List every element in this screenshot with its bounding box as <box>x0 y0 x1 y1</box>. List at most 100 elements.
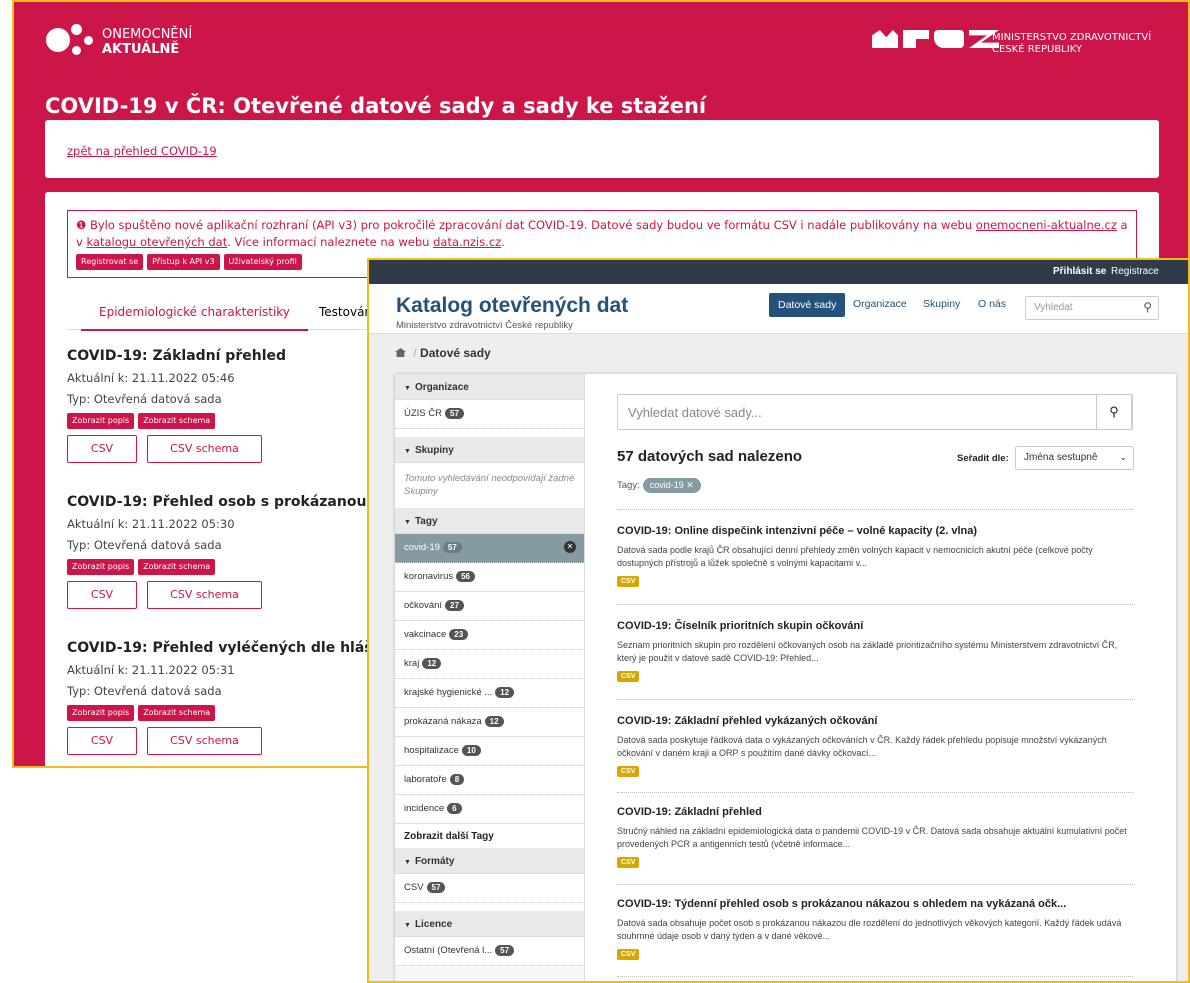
active-filters: Tagy: covid-19 ✕ <box>617 478 701 493</box>
dataset-result-title[interactable]: COVID-19: Týdenní přehled osob s prokáza… <box>617 898 1137 910</box>
facet-tag-item[interactable]: koronavirus 56 <box>395 563 584 592</box>
show-description-button[interactable]: Zobrazit popis <box>67 559 135 575</box>
alert-icon: ❶ <box>76 218 90 232</box>
facet-groups-empty-note: Tomuto vyhledávání neodpovídají žádné Sk… <box>395 463 584 508</box>
facet-tag-item[interactable]: vakcinace 23 <box>395 621 584 650</box>
csv-button[interactable]: CSV <box>67 727 137 755</box>
show-description-button[interactable]: Zobrazit popis <box>67 705 135 721</box>
show-schema-button[interactable]: Zobrazit schema <box>138 413 216 429</box>
nav-datasets[interactable]: Datové sady <box>769 293 846 317</box>
header-search-input[interactable]: Vyhledat ⚲ <box>1025 296 1159 320</box>
dataset-result-title[interactable]: COVID-19: Online dispečink intenzivní pé… <box>617 525 1137 537</box>
sort-select[interactable]: Jména sestupně ⌄ <box>1015 446 1134 470</box>
breadcrumb-datasets[interactable]: Datové sady <box>420 346 491 360</box>
facet-license-item[interactable]: Ostatní (Otevřená l... 57 <box>395 937 584 966</box>
format-badge: CSV <box>617 671 640 682</box>
dataset-result: COVID-19: Číselník prioritních skupin oč… <box>617 620 1137 683</box>
dataset-result: COVID-19: Online dispečink intenzivní pé… <box>617 525 1137 588</box>
login-link[interactable]: Přihlásit se <box>1053 266 1106 277</box>
dataset-result: COVID-19: Základní přehled vykázaných oč… <box>617 715 1137 778</box>
alert-text: Bylo spuštěno nové aplikační rozhraní (A… <box>89 218 976 232</box>
facet-tag-item[interactable]: očkování 27 <box>395 592 584 621</box>
search-icon[interactable]: ⚲ <box>1143 300 1152 314</box>
mzcr-logo-icon <box>872 30 999 48</box>
dataset-result-title[interactable]: COVID-19: Číselník prioritních skupin oč… <box>617 620 1137 632</box>
back-link[interactable]: zpět na přehled COVID-19 <box>67 144 217 158</box>
search-icon[interactable]: ⚲ <box>1096 394 1132 430</box>
dataset-result-description: Datová sada obsahuje počet osob s prokáz… <box>617 918 1122 941</box>
onemocneni-logo-text: ONEMOCNĚNÍ AKTUÁLNĚ <box>102 27 193 57</box>
facet-organizations-heading: Organizace <box>395 374 584 400</box>
dataset-result-description: Datová sada podle krajů ČR obsahující de… <box>617 545 1093 568</box>
facet-formats-heading: Formáty <box>395 848 584 874</box>
csv-button[interactable]: CSV <box>67 581 137 609</box>
alert-text: . Více informací naleznete na webu <box>227 235 434 249</box>
show-more-tags-link[interactable]: Zobrazit další Tagy <box>395 824 584 848</box>
account-bar: Přihlásit se Registrace <box>369 260 1188 284</box>
divider <box>617 699 1133 700</box>
dataset-result: COVID-19: Týdenní přehled osob s prokáza… <box>617 898 1137 961</box>
dataset-result-description: Datová sada poskytuje řádková data o vyk… <box>617 735 1107 758</box>
show-description-button[interactable]: Zobrazit popis <box>67 413 135 429</box>
csv-schema-button[interactable]: CSV schema <box>147 435 262 463</box>
csv-schema-button[interactable]: CSV schema <box>147 581 262 609</box>
link-nzis[interactable]: data.nzis.cz <box>433 235 501 249</box>
facet-item[interactable]: ÚZIS ČR 57 <box>395 400 584 429</box>
link-onemocneni[interactable]: onemocneni-aktualne.cz <box>976 218 1117 232</box>
format-badge: CSV <box>617 576 640 587</box>
site-title[interactable]: Katalog otevřených dat <box>396 294 628 318</box>
facet-tag-item[interactable]: kraj 12 <box>395 650 584 679</box>
remove-filter-icon[interactable]: ✕ <box>564 541 576 553</box>
katalog-window: Přihlásit se Registrace Katalog otevřený… <box>367 258 1190 983</box>
link-katalog[interactable]: katalogu otevřených dat <box>86 235 227 249</box>
divider <box>617 792 1133 793</box>
site-header: Katalog otevřených dat Ministerstvo zdra… <box>369 284 1188 334</box>
sort-value: Jména sestupně <box>1024 452 1098 463</box>
dataset-result: COVID-19: Základní přehled Stručný náhle… <box>617 806 1137 869</box>
register-link[interactable]: Registrace <box>1111 266 1159 277</box>
chevron-down-icon: ⌄ <box>1119 452 1127 462</box>
format-badge: CSV <box>617 857 640 868</box>
register-button[interactable]: Registrovat se <box>76 254 144 270</box>
breadcrumb-separator: / <box>413 346 417 360</box>
dataset-search-placeholder: Vyhledat datové sady... <box>628 405 762 420</box>
page-title: COVID-19 v ČR: Otevřené datové sady a sa… <box>45 94 707 118</box>
active-tag-pill[interactable]: covid-19 ✕ <box>642 478 701 493</box>
format-badge: CSV <box>617 766 640 777</box>
show-schema-button[interactable]: Zobrazit schema <box>138 705 216 721</box>
ministry-name: MINISTERSTVO ZDRAVOTNICTVÍ ČESKÉ REPUBLI… <box>992 32 1152 55</box>
tab-epidemiologic[interactable]: Epidemiologické charakteristiky <box>81 305 308 331</box>
show-schema-button[interactable]: Zobrazit schema <box>138 559 216 575</box>
dataset-result-title[interactable]: COVID-19: Základní přehled vykázaných oč… <box>617 715 1137 727</box>
api-access-button[interactable]: Přístup k API v3 <box>147 254 220 270</box>
divider <box>617 884 1133 885</box>
facet-tag-item-active[interactable]: covid-19 57 ✕ <box>395 534 584 563</box>
nav-organizations[interactable]: Organizace <box>853 298 907 310</box>
facet-sidebar: Organizace ÚZIS ČR57 Skupiny Tomuto vyhl… <box>395 374 585 981</box>
active-filters-label: Tagy: <box>617 480 640 491</box>
facet-tag-item[interactable]: incidence 6 <box>395 795 584 824</box>
header-search-placeholder: Vyhledat <box>1034 302 1073 313</box>
home-icon[interactable] <box>395 348 406 357</box>
facet-tag-item[interactable]: hospitalizace 10 <box>395 737 584 766</box>
facet-license-heading: Licence <box>395 911 584 937</box>
dataset-result-title[interactable]: COVID-19: Základní přehled <box>617 806 1137 818</box>
divider <box>617 976 1133 977</box>
csv-schema-button[interactable]: CSV schema <box>147 727 262 755</box>
dataset-result-description: Seznam prioritních skupin pro rozdělení … <box>617 640 1118 663</box>
breadcrumb: / Datové sady <box>395 346 491 360</box>
facet-format-item[interactable]: CSV 57 <box>395 874 584 903</box>
facet-tag-item[interactable]: prokázaná nákaza 12 <box>395 708 584 737</box>
facet-tags-heading: Tagy <box>395 508 584 534</box>
results-count: 57 datových sad nalezeno <box>617 448 803 465</box>
format-badge: CSV <box>617 949 640 960</box>
nav-about[interactable]: O nás <box>978 298 1006 310</box>
facet-groups-heading: Skupiny <box>395 437 584 463</box>
dataset-search-input[interactable]: Vyhledat datové sady... ⚲ <box>617 394 1133 430</box>
csv-button[interactable]: CSV <box>67 435 137 463</box>
user-profile-button[interactable]: Uživatelský profil <box>223 254 302 270</box>
facet-tag-item[interactable]: krajské hygienické ... 12 <box>395 679 584 708</box>
nav-groups[interactable]: Skupiny <box>923 298 960 310</box>
facet-tag-item[interactable]: laboratoře 8 <box>395 766 584 795</box>
back-card: zpět na přehled COVID-19 <box>45 120 1159 178</box>
